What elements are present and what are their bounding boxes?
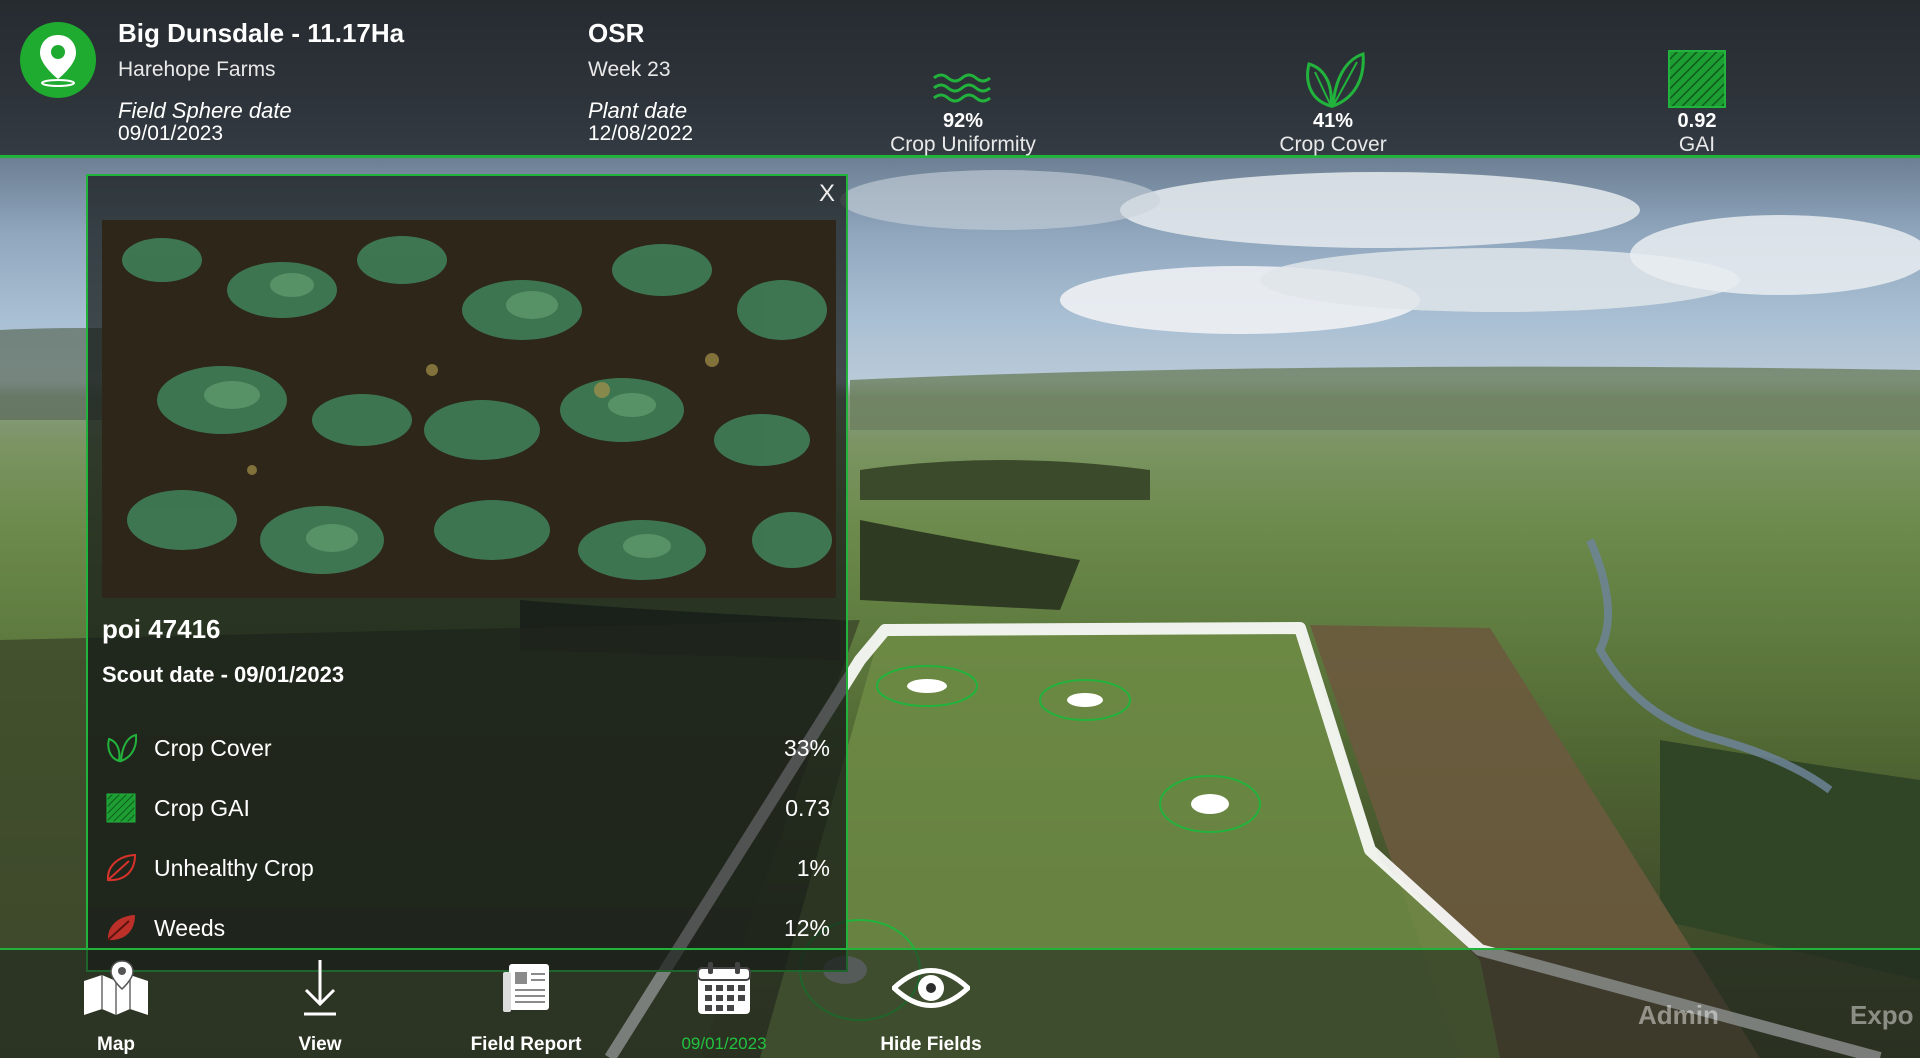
- download-arrow-icon: [280, 958, 360, 1018]
- stat-label: Weeds: [154, 914, 226, 941]
- map-graphic: [84, 960, 148, 1015]
- hatch-graphic: [106, 793, 136, 823]
- leaf-outline-green-icon: [102, 733, 140, 763]
- farm-name: Harehope Farms: [118, 58, 276, 81]
- gai-hatch-icon: [102, 793, 140, 823]
- metric-value: 92%: [942, 110, 984, 132]
- metric-label: Crop Cover: [1279, 133, 1387, 156]
- crop-photo-graphic: [102, 220, 836, 598]
- view-button[interactable]: View: [280, 958, 360, 1056]
- leaf-graphic: [1306, 51, 1365, 108]
- stat-value: 12%: [783, 914, 830, 941]
- report-icon: [466, 958, 586, 1018]
- export-button[interactable]: Expo: [1850, 1000, 1914, 1031]
- close-button[interactable]: X: [814, 180, 840, 210]
- field-title: Big Dunsdale - 11.17Ha: [118, 18, 405, 48]
- stat-value: 33%: [783, 734, 830, 761]
- leaf-outline-graphic: [106, 853, 137, 882]
- metric-value: 41%: [1312, 110, 1354, 132]
- scout-date: Scout date - 09/01/2023: [102, 662, 345, 687]
- leaf-outline-red-icon: [102, 853, 140, 883]
- metric-value: 0.92: [1677, 110, 1717, 132]
- selected-date-label: 09/01/2023: [681, 1034, 767, 1053]
- wave-graphic: [933, 73, 991, 103]
- gai-hatch-icon: [1577, 48, 1817, 108]
- stat-row-unhealthy-crop: Unhealthy Crop 1%: [102, 848, 836, 888]
- field-report-button[interactable]: Field Report: [466, 958, 586, 1056]
- date-picker-button[interactable]: 09/01/2023: [674, 958, 774, 1054]
- stat-row-weeds: Weeds 12%: [102, 908, 836, 948]
- weed-leaf-graphic: [107, 915, 135, 941]
- field-sphere-date: 09/01/2023: [118, 122, 224, 145]
- eye-icon: [876, 958, 986, 1018]
- calendar-graphic: [697, 962, 751, 1014]
- poi-detail-panel: X poi 47416 Scout date - 09/01/2023 Crop…: [86, 174, 848, 972]
- stat-row-crop-gai: Crop GAI 0.73: [102, 788, 836, 828]
- field-header-bar: Big Dunsdale - 11.17Ha Harehope Farms Fi…: [0, 0, 1920, 158]
- stat-label: Crop Cover: [154, 734, 272, 761]
- map-label: Map: [97, 1034, 135, 1055]
- stat-value: 1%: [796, 854, 830, 881]
- map-button[interactable]: Map: [76, 958, 156, 1056]
- stat-value: 0.73: [785, 794, 830, 821]
- poi-crop-photo: [102, 220, 836, 598]
- metric-crop-uniformity: 92% Crop Uniformity: [843, 48, 1083, 157]
- field-sphere-date-label: Field Sphere date: [118, 98, 292, 123]
- metric-crop-cover: 41% Crop Cover: [1213, 48, 1453, 157]
- map-icon: [76, 958, 156, 1018]
- poi-title: poi 47416: [102, 614, 221, 644]
- leaf-outline-graphic: [107, 733, 137, 763]
- crop-name: OSR: [588, 18, 645, 48]
- stat-row-crop-cover: Crop Cover 33%: [102, 728, 836, 768]
- report-graphic: [503, 964, 549, 1012]
- hatch-graphic: [1668, 50, 1726, 108]
- plant-date-label: Plant date: [588, 98, 688, 123]
- location-pin-icon[interactable]: [20, 22, 96, 98]
- pin-graphic: [40, 35, 76, 87]
- stat-label: Unhealthy Crop: [154, 854, 314, 881]
- weed-leaf-red-icon: [102, 913, 140, 943]
- hide-fields-button[interactable]: Hide Fields: [876, 958, 986, 1056]
- metric-label: GAI: [1678, 133, 1716, 156]
- stat-label: Crop GAI: [154, 794, 250, 821]
- eye-graphic: [892, 968, 970, 1008]
- plant-date: 12/08/2022: [588, 122, 694, 145]
- leaf-icon: [1213, 48, 1453, 108]
- field-report-label: Field Report: [470, 1034, 582, 1055]
- metric-label: Crop Uniformity: [890, 133, 1036, 156]
- calendar-icon: [674, 958, 774, 1018]
- metric-gai: 0.92 GAI: [1577, 48, 1817, 157]
- admin-button[interactable]: Admin: [1638, 1000, 1719, 1031]
- arrow-graphic: [304, 960, 336, 1016]
- view-label: View: [298, 1034, 342, 1055]
- wave-icon: [843, 48, 1083, 108]
- hide-fields-label: Hide Fields: [880, 1034, 982, 1055]
- crop-week: Week 23: [588, 58, 671, 81]
